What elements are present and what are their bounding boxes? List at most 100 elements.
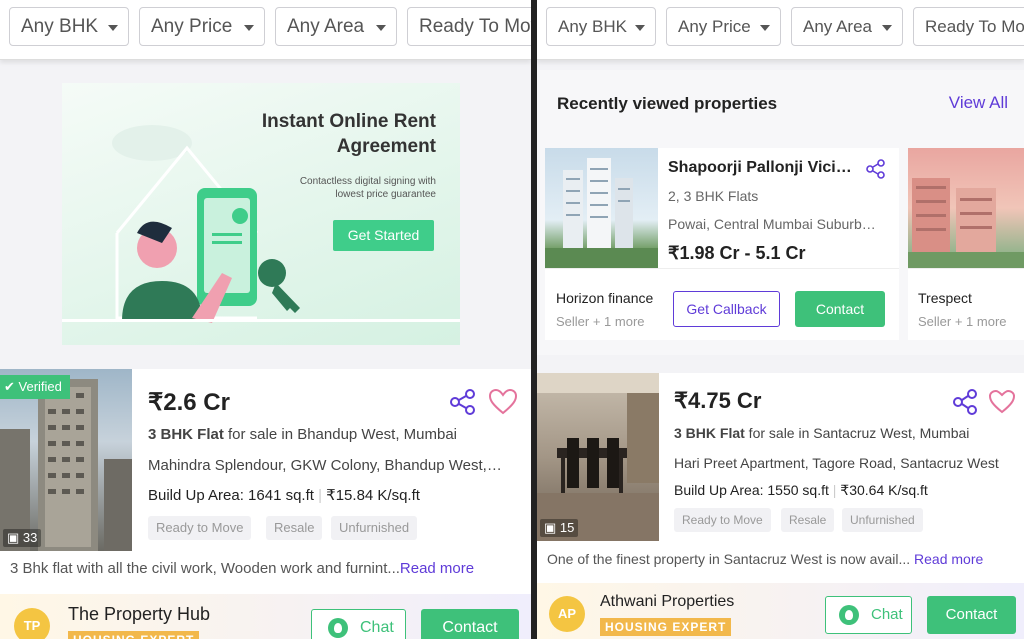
property-price: ₹1.98 Cr - 5.1 Cr xyxy=(668,243,806,263)
tag-ready-to-move: Ready to Move xyxy=(148,516,252,540)
listing-description: 3 Bhk flat with all the civil work, Wood… xyxy=(10,560,525,577)
filter-price[interactable]: Any Price xyxy=(139,7,265,46)
check-icon: ✔ xyxy=(4,379,19,394)
chat-button[interactable]: Chat xyxy=(311,609,406,639)
whatsapp-icon xyxy=(839,605,859,625)
listing-config: 3 BHK Flat xyxy=(148,426,224,443)
chat-label: Chat xyxy=(871,606,903,623)
read-more-link[interactable]: Read more xyxy=(914,551,983,567)
agent-bar: AP Athwani Properties HOUSING EXPERT Cha… xyxy=(537,583,1024,639)
property-photo[interactable] xyxy=(908,148,1024,268)
heart-icon[interactable] xyxy=(488,388,518,416)
tag-resale: Resale xyxy=(781,508,835,532)
filter-price-label: Any Price xyxy=(151,16,233,37)
section-title: Recently viewed properties xyxy=(557,94,778,113)
recent-property-card[interactable]: Trespect Seller + 1 more xyxy=(908,148,1024,340)
towers-photo xyxy=(908,178,1024,268)
gallery-icon: ▣ xyxy=(7,530,23,545)
chat-label: Chat xyxy=(360,619,394,636)
photo-count-value: 33 xyxy=(22,530,38,545)
share-icon[interactable] xyxy=(449,388,477,416)
read-more-link[interactable]: Read more xyxy=(400,560,474,577)
filter-price-label: Any Price xyxy=(678,17,751,36)
left-panel: Any BHK Any Price Any Area Ready To Move… xyxy=(0,0,531,639)
verified-label: Verified xyxy=(18,379,62,394)
get-callback-button[interactable]: Get Callback xyxy=(673,291,780,327)
tag-ready-to-move: Ready to Move xyxy=(674,508,771,532)
area-value: Build Up Area: 1641 sq.ft xyxy=(148,487,314,504)
listing-description: One of the finest property in Santacruz … xyxy=(547,551,1022,567)
seller-name: Trespect xyxy=(918,290,972,306)
get-started-button[interactable]: Get Started xyxy=(333,220,434,251)
contact-button[interactable]: Contact xyxy=(795,291,885,327)
card-footer: Trespect Seller + 1 more xyxy=(908,268,1024,340)
tag-unfurnished: Unfurnished xyxy=(331,516,418,540)
property-photo[interactable] xyxy=(545,148,658,268)
filter-area-label: Any Area xyxy=(803,17,872,36)
banner-heading: Instant Online Rent Agreement xyxy=(206,109,436,159)
recent-property-card[interactable]: Shapoorji Pallonji Vicinia 2, 3 BHK Flat… xyxy=(545,148,899,340)
view-all-link[interactable]: View All xyxy=(949,93,1008,113)
filter-area[interactable]: Any Area xyxy=(791,7,903,46)
listing-price: ₹4.75 Cr xyxy=(674,388,762,413)
banner-subtext-line1: Contactless digital signing with xyxy=(299,176,436,187)
filter-status[interactable]: Ready To Move xyxy=(407,7,531,46)
avatar[interactable]: TP xyxy=(14,608,50,639)
description-text: One of the finest property in Santacruz … xyxy=(547,551,911,567)
listing-title[interactable]: 3 BHK Flat for sale in Bhandup West, Mum… xyxy=(148,426,486,443)
filter-bhk[interactable]: Any BHK xyxy=(546,7,656,46)
listing-photo[interactable]: ✔ Verified ▣ 33 xyxy=(0,369,132,551)
contact-button[interactable]: Contact xyxy=(421,609,519,639)
housing-expert-badge: HOUSING EXPERT xyxy=(68,631,200,639)
whatsapp-icon xyxy=(328,618,348,638)
photo-count-value: 15 xyxy=(559,520,575,535)
chevron-down-icon xyxy=(760,25,770,31)
right-panel: Any BHK Any Price Any Area Ready To Move… xyxy=(537,0,1024,639)
listing-title[interactable]: 3 BHK Flat for sale in Santacruz West, M… xyxy=(674,425,992,441)
listing-card[interactable]: ✔ Verified ▣ 33 ₹2.6 Cr 3 BHK Flat for s… xyxy=(0,369,531,594)
filter-bar: Any BHK Any Price Any Area Ready To Move xyxy=(0,0,531,60)
filter-bhk[interactable]: Any BHK xyxy=(9,7,129,46)
filter-area[interactable]: Any Area xyxy=(275,7,397,46)
agent-name[interactable]: The Property Hub xyxy=(68,604,210,625)
chat-button[interactable]: Chat xyxy=(825,596,912,634)
property-name[interactable]: Shapoorji Pallonji Vicinia xyxy=(668,159,858,177)
rent-agreement-banner[interactable]: Instant Online Rent Agreement Contactless… xyxy=(62,83,460,345)
listing-config: 3 BHK Flat xyxy=(674,425,745,441)
photo-count: ▣ 33 xyxy=(3,529,42,547)
filter-bhk-label: Any BHK xyxy=(558,17,627,36)
contact-button[interactable]: Contact xyxy=(927,596,1016,634)
filter-bar: Any BHK Any Price Any Area Ready To Move xyxy=(537,0,1024,60)
filter-bhk-label: Any BHK xyxy=(21,16,99,37)
tag-resale: Resale xyxy=(266,516,323,540)
listing-address: Hari Preet Apartment, Tagore Road, Santa… xyxy=(674,455,1004,471)
verified-badge: ✔ Verified xyxy=(0,375,70,399)
description-text: 3 Bhk flat with all the civil work, Wood… xyxy=(10,560,400,577)
listing-area: Build Up Area: 1641 sq.ft | ₹15.84 K/sq.… xyxy=(148,487,420,504)
filter-status[interactable]: Ready To Move xyxy=(913,7,1024,46)
share-icon[interactable] xyxy=(865,158,887,180)
filter-area-label: Any Area xyxy=(287,16,365,37)
listing-address-rest: , Tagore Road, Santacruz West xyxy=(804,455,999,471)
recently-viewed-section: Recently viewed properties View All Shap… xyxy=(537,70,1024,355)
listing-photo[interactable]: ▣ 15 xyxy=(537,373,659,541)
listing-card[interactable]: ▣ 15 ₹4.75 Cr 3 BHK Flat for sale in San… xyxy=(537,373,1024,583)
housing-expert-badge: HOUSING EXPERT xyxy=(600,618,732,636)
listing-project: Mahindra Splendour xyxy=(148,457,283,474)
heart-icon[interactable] xyxy=(988,389,1016,415)
property-config: 2, 3 BHK Flats xyxy=(668,188,759,204)
listing-title-rest: for sale in Santacruz West, Mumbai xyxy=(744,425,970,441)
chevron-down-icon xyxy=(635,25,645,31)
filter-price[interactable]: Any Price xyxy=(666,7,781,46)
agent-name[interactable]: Athwani Properties xyxy=(600,593,734,611)
listing-address: Mahindra Splendour, GKW Colony, Bhandup … xyxy=(148,457,504,474)
banner-subtext: Contactless digital signing with lowest p… xyxy=(246,175,436,201)
rate-value: ₹30.64 K/sq.ft xyxy=(840,482,928,498)
listing-project: Hari Preet Apartment xyxy=(674,455,805,471)
listing-title-rest: for sale in Bhandup West, Mumbai xyxy=(223,426,458,443)
share-icon[interactable] xyxy=(952,389,978,415)
photo-count: ▣ 15 xyxy=(540,519,579,537)
card-footer: Horizon finance Seller + 1 more Get Call… xyxy=(545,268,899,340)
seller-name: Horizon finance xyxy=(556,290,654,306)
avatar[interactable]: AP xyxy=(549,596,585,632)
